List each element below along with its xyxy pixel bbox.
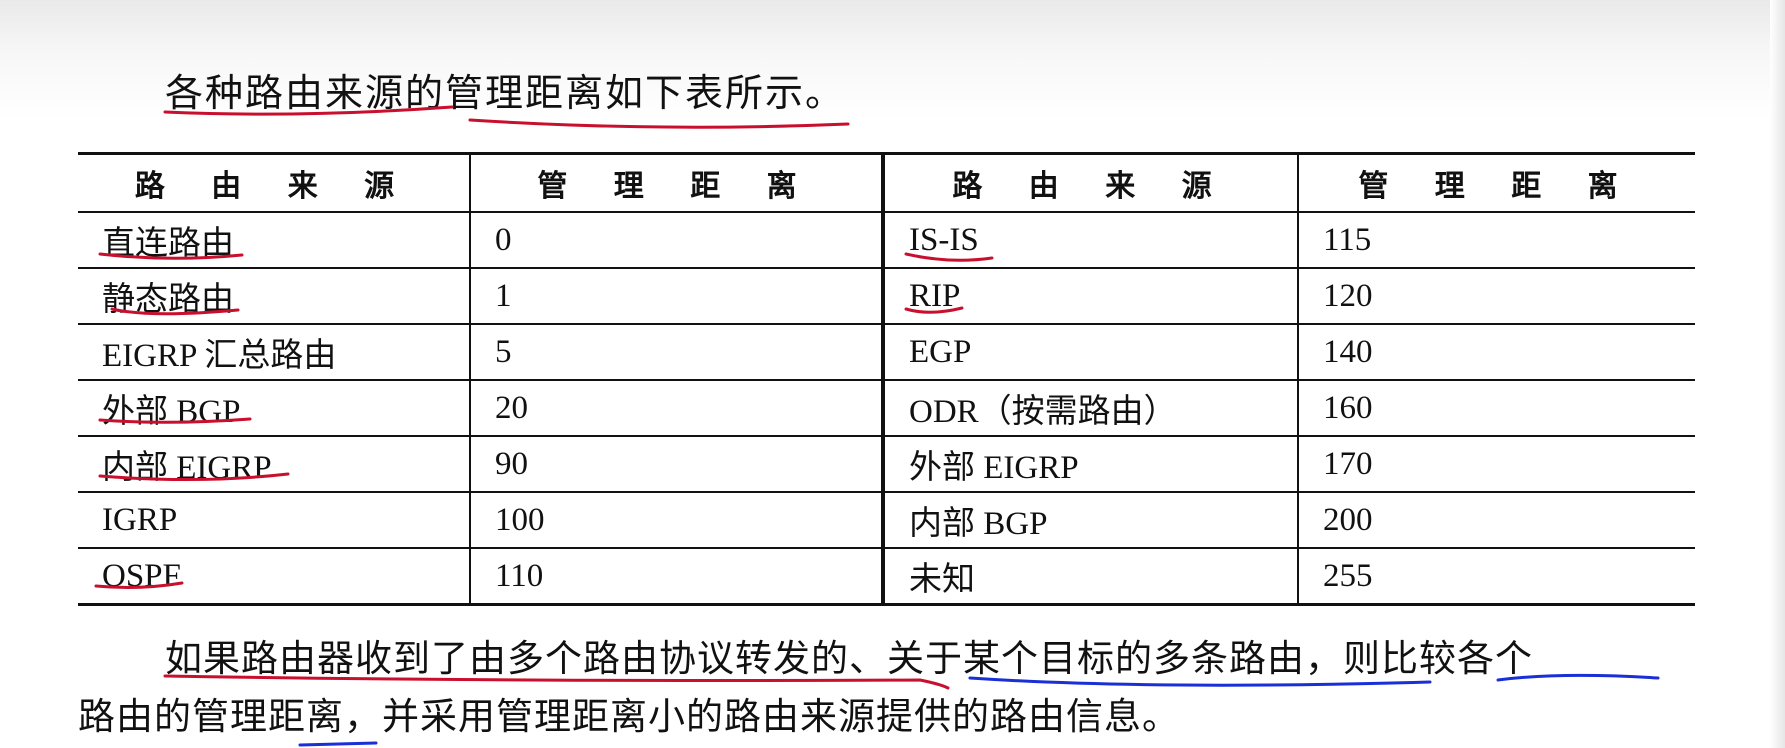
- table-row: 直连路由 0 IS-IS 115: [78, 212, 1695, 269]
- header-source-left: 路 由 来 源: [78, 153, 470, 213]
- distance-left: 1: [469, 268, 883, 325]
- distance-left: 100: [469, 492, 883, 549]
- admin-distance-table: 路 由 来 源 管 理 距 离 路 由 来 源 管 理 距 离 直连路由 0 I…: [78, 152, 1695, 606]
- source-right: IS-IS: [881, 212, 1298, 269]
- source-right: 未知: [881, 548, 1298, 606]
- distance-left: 90: [469, 436, 883, 493]
- red-underline-intro-2: [468, 118, 850, 129]
- intro-text: 各种路由来源的管理距离如下表所示。: [165, 71, 846, 115]
- distance-left: 20: [469, 380, 883, 437]
- paragraph-line-2: 路由的管理距离，并采用管理距离小的路由来源提供的路由信息。: [78, 695, 1180, 738]
- table-row: 静态路由 1 RIP 120: [78, 268, 1695, 325]
- distance-right: 140: [1297, 324, 1695, 381]
- right-edge-shadow: [1770, 0, 1785, 748]
- distance-right: 255: [1297, 548, 1695, 606]
- distance-left: 0: [469, 212, 883, 269]
- source-right: 内部 BGP: [881, 492, 1298, 549]
- table-row: 外部 BGP 20 ODR（按需路由） 160: [78, 380, 1695, 437]
- table-header-row: 路 由 来 源 管 理 距 离 路 由 来 源 管 理 距 离: [78, 153, 1695, 213]
- paragraph-line-1: 如果路由器收到了由多个路由协议转发的、关于某个目标的多条路由，则比较各个: [165, 637, 1533, 680]
- source-left: EIGRP 汇总路由: [78, 324, 470, 381]
- distance-left: 110: [469, 548, 883, 606]
- header-distance-right: 管 理 距 离: [1297, 153, 1695, 213]
- distance-right: 115: [1297, 212, 1695, 269]
- distance-right: 160: [1297, 380, 1695, 437]
- source-right: ODR（按需路由）: [881, 380, 1298, 437]
- distance-right: 200: [1297, 492, 1695, 549]
- source-left: 内部 EIGRP: [78, 436, 470, 493]
- distance-right: 170: [1297, 436, 1695, 493]
- source-left: OSPF: [78, 548, 470, 606]
- header-source-right: 路 由 来 源: [881, 153, 1298, 213]
- blue-underline-bottom-1: [298, 741, 378, 747]
- table-row: OSPF 110 未知 255: [78, 548, 1695, 606]
- source-left: 直连路由: [78, 212, 470, 269]
- distance-left: 5: [469, 324, 883, 381]
- header-distance-left: 管 理 距 离: [469, 153, 883, 213]
- table-row: EIGRP 汇总路由 5 EGP 140: [78, 324, 1695, 381]
- source-right: EGP: [881, 324, 1298, 381]
- distance-right: 120: [1297, 268, 1695, 325]
- source-right: RIP: [881, 268, 1298, 325]
- source-left: IGRP: [78, 492, 470, 549]
- source-left: 外部 BGP: [78, 380, 470, 437]
- table-row: IGRP 100 内部 BGP 200: [78, 492, 1695, 549]
- source-right: 外部 EIGRP: [881, 436, 1298, 493]
- source-left: 静态路由: [78, 268, 470, 325]
- table-row: 内部 EIGRP 90 外部 EIGRP 170: [78, 436, 1695, 493]
